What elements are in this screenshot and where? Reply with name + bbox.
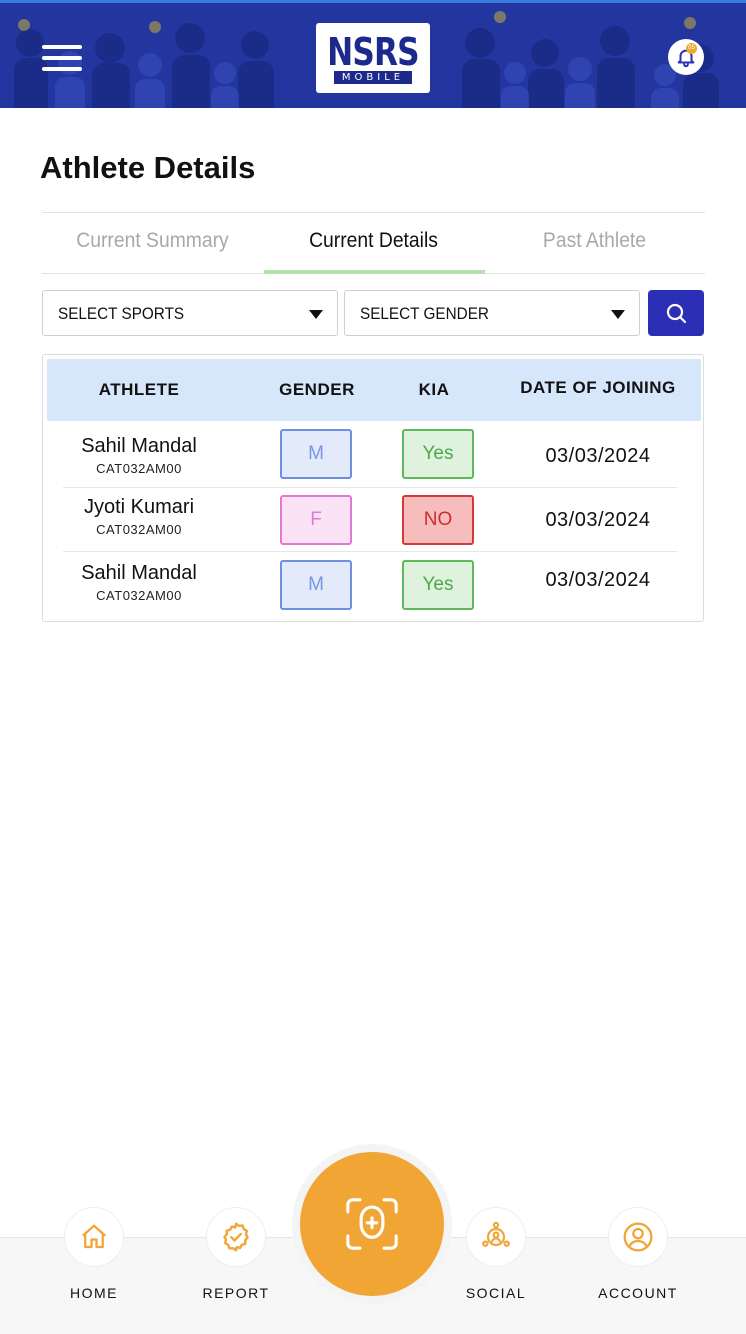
nav-account[interactable]: ACCOUNT	[583, 1207, 693, 1317]
notification-button[interactable]: 05	[668, 39, 704, 75]
chevron-down-icon	[309, 310, 323, 319]
report-icon	[223, 1222, 249, 1252]
nsrs-logo: NSRS MOBILE	[316, 23, 430, 93]
column-header-athlete: ATHLETE	[98, 380, 180, 399]
nav-report[interactable]: REPORT	[181, 1207, 291, 1317]
nav-social-circle	[466, 1207, 526, 1267]
tab-bar: Current Summary Current Details Past Ath…	[42, 212, 705, 274]
gender-badge: M	[280, 560, 352, 610]
athlete-id: CAT032AM00	[96, 461, 182, 476]
date-of-joining: 03/03/2024	[545, 569, 651, 591]
athlete-id: CAT032AM00	[96, 522, 182, 537]
kia-badge: Yes	[402, 429, 474, 479]
nav-account-label: ACCOUNT	[598, 1285, 678, 1301]
nav-report-circle	[206, 1207, 266, 1267]
nav-home[interactable]: HOME	[39, 1207, 149, 1317]
athlete-id: CAT032AM00	[96, 588, 182, 603]
search-button[interactable]	[648, 290, 704, 336]
social-icon	[482, 1221, 510, 1247]
table-row[interactable]: Sahil Mandal CAT032AM00 M Yes 03/03/2024	[63, 552, 677, 616]
app-header: NSRS MOBILE 05	[0, 0, 746, 108]
select-gender-dropdown[interactable]: SELECT GENDER	[344, 290, 640, 336]
kia-badge: Yes	[402, 560, 474, 610]
nav-social-label: SOCIAL	[465, 1285, 527, 1301]
column-header-date-of-joining: DATE OF JOINING	[520, 378, 676, 397]
nav-home-label: HOME	[70, 1285, 118, 1301]
select-sports-dropdown[interactable]: SELECT SPORTS	[42, 290, 338, 336]
column-header-gender: GENDER	[279, 380, 355, 399]
nav-home-circle	[64, 1207, 124, 1267]
tab-current-summary[interactable]: Current Summary	[51, 213, 254, 273]
tab-current-details[interactable]: Current Details	[272, 213, 475, 273]
tab-past-athlete[interactable]: Past Athlete	[493, 213, 696, 273]
table-header: ATHLETE GENDER KIA DATE OF JOINING	[47, 359, 701, 421]
table-row[interactable]: Jyoti Kumari CAT032AM00 F NO 03/03/2024	[63, 488, 677, 552]
athlete-table: ATHLETE GENDER KIA DATE OF JOINING Sahil…	[42, 354, 704, 622]
logo-main-text: NSRS	[327, 30, 420, 74]
select-gender-label: SELECT GENDER	[360, 304, 489, 323]
face-scan-button[interactable]	[300, 1152, 444, 1296]
gender-badge: F	[280, 495, 352, 545]
column-header-kia: KIA	[418, 380, 450, 399]
account-icon	[623, 1222, 653, 1252]
chevron-down-icon	[611, 310, 625, 319]
nav-report-label: REPORT	[202, 1285, 270, 1301]
face-scan-icon	[346, 1198, 398, 1250]
select-sports-label: SELECT SPORTS	[58, 304, 185, 323]
table-row[interactable]: Sahil Mandal CAT032AM00 M Yes 03/03/2024	[63, 421, 677, 488]
menu-icon[interactable]	[42, 45, 82, 71]
date-of-joining: 03/03/2024	[545, 509, 651, 531]
home-icon	[82, 1224, 106, 1249]
notification-badge: 05	[686, 43, 697, 54]
nav-social[interactable]: SOCIAL	[441, 1207, 551, 1317]
page-title: Athlete Details	[40, 150, 256, 185]
kia-badge: NO	[402, 495, 474, 545]
athlete-name: Jyoti Kumari	[83, 496, 195, 518]
date-of-joining: 03/03/2024	[545, 445, 651, 467]
athlete-name: Sahil Mandal	[81, 562, 197, 584]
search-icon	[666, 303, 687, 324]
nav-account-circle	[608, 1207, 668, 1267]
athlete-name: Sahil Mandal	[81, 435, 197, 457]
active-tab-indicator	[264, 270, 485, 274]
gender-badge: M	[280, 429, 352, 479]
